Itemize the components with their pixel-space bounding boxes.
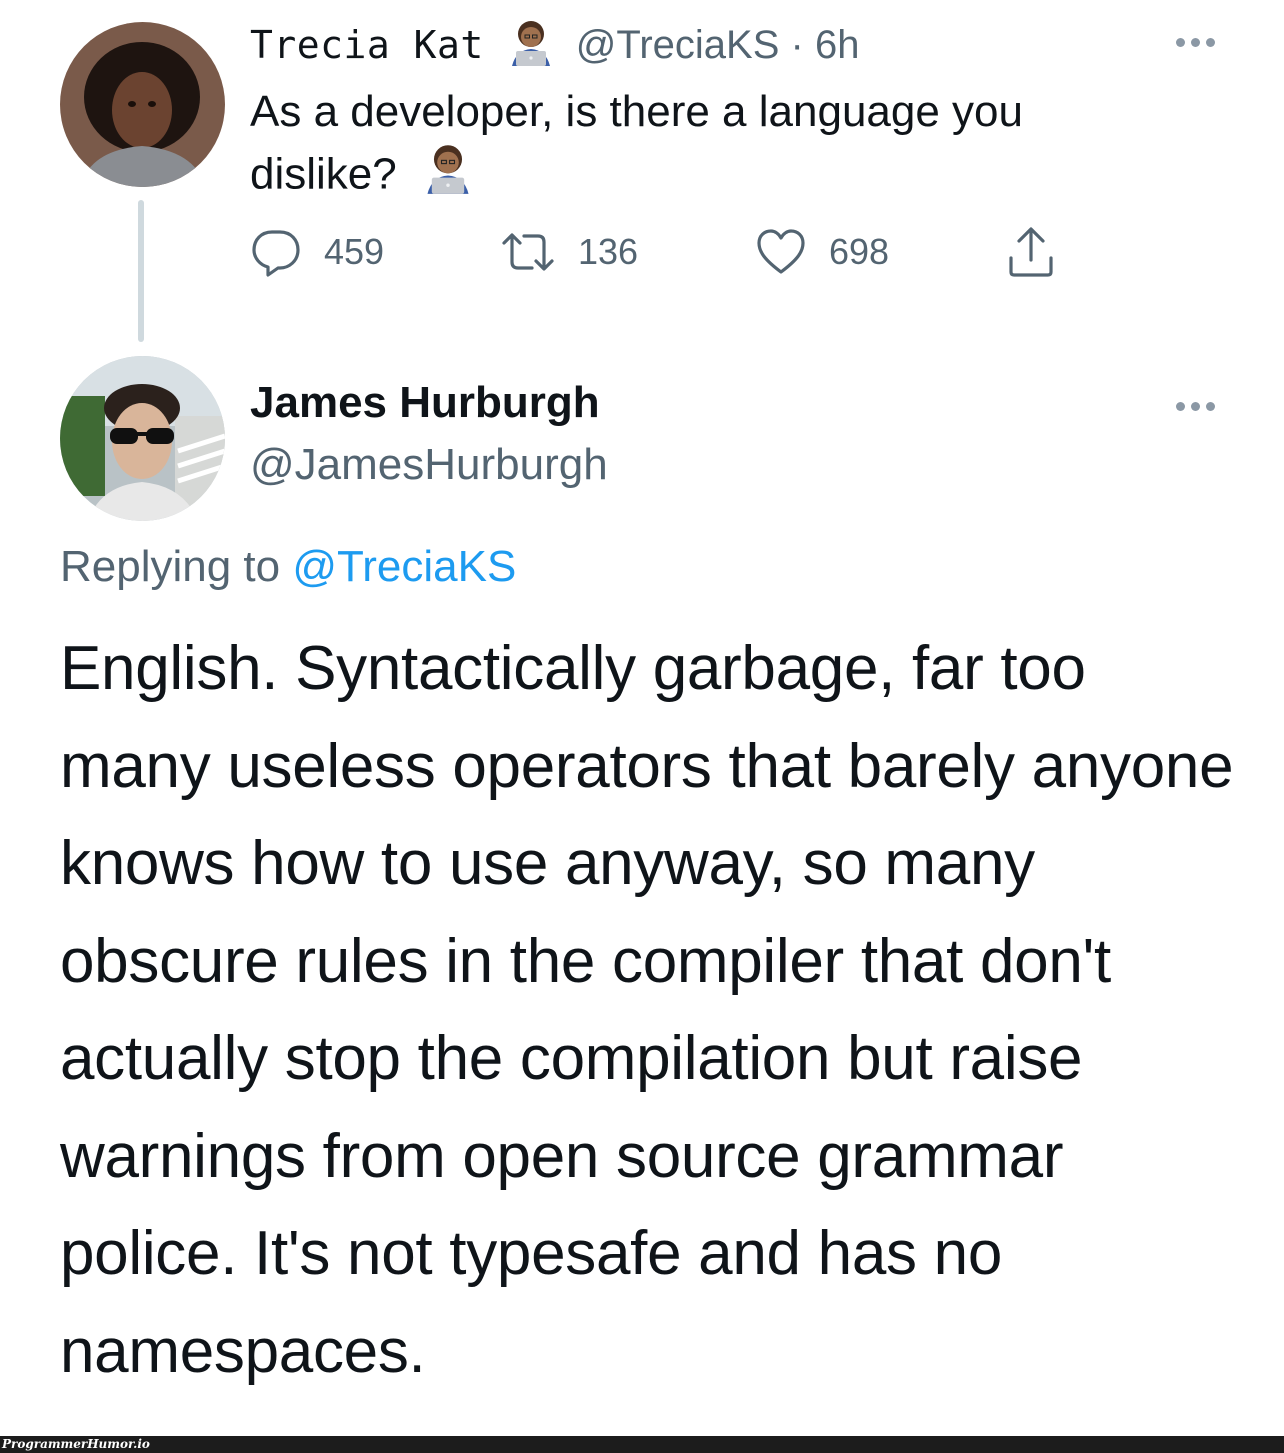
- tweet2-display-name[interactable]: James Hurburgh: [250, 378, 600, 428]
- retweet-button[interactable]: 136: [500, 224, 638, 280]
- woman-technologist-icon: [506, 18, 556, 73]
- retweet-count: 136: [578, 231, 639, 272]
- tweet1-more-options-icon[interactable]: [1176, 38, 1215, 47]
- tweet2-text: English. Syntactically garbage, far too …: [60, 634, 1234, 1386]
- avatar-trecia-image: [60, 22, 225, 187]
- avatar-trecia[interactable]: [60, 22, 225, 187]
- tweet2-handle[interactable]: @JamesHurburgh: [250, 440, 608, 490]
- like-count: 698: [829, 231, 890, 272]
- heart-icon: [757, 229, 805, 274]
- replying-to-mention-link[interactable]: @TreciaKS: [292, 542, 516, 591]
- watermark-bar: ProgrammerHumor.io: [0, 1436, 1284, 1453]
- tweet1-header: Trecia Kat @TreciaKS · 6h: [250, 20, 859, 70]
- share-icon: [1009, 227, 1053, 277]
- tweet1-handle-time[interactable]: @TreciaKS · 6h: [576, 23, 860, 68]
- thread-connector-line: [138, 200, 144, 342]
- replying-to-label: Replying to: [60, 542, 293, 591]
- retweet-icon: [502, 233, 554, 271]
- woman-technologist-icon: [421, 142, 475, 212]
- replying-to-line: Replying to @TreciaKS: [60, 542, 516, 592]
- tweet1-action-bar: 459 136 698: [250, 224, 1070, 280]
- reply-icon: [252, 230, 300, 277]
- avatar-james[interactable]: [60, 356, 225, 521]
- tweet1-display-name[interactable]: Trecia Kat: [250, 23, 484, 67]
- reply-button[interactable]: 459: [250, 224, 384, 280]
- share-button[interactable]: [1005, 224, 1057, 280]
- tweet1-text-body: As a developer, is there a language you …: [250, 87, 1023, 199]
- like-button[interactable]: 698: [755, 224, 889, 280]
- tweet2-more-options-icon[interactable]: [1176, 402, 1215, 411]
- tweet1-text: As a developer, is there a language you …: [250, 82, 1150, 212]
- reply-count: 459: [324, 231, 385, 272]
- watermark-text: ProgrammerHumor.io: [2, 1437, 150, 1451]
- avatar-james-image: [60, 356, 225, 521]
